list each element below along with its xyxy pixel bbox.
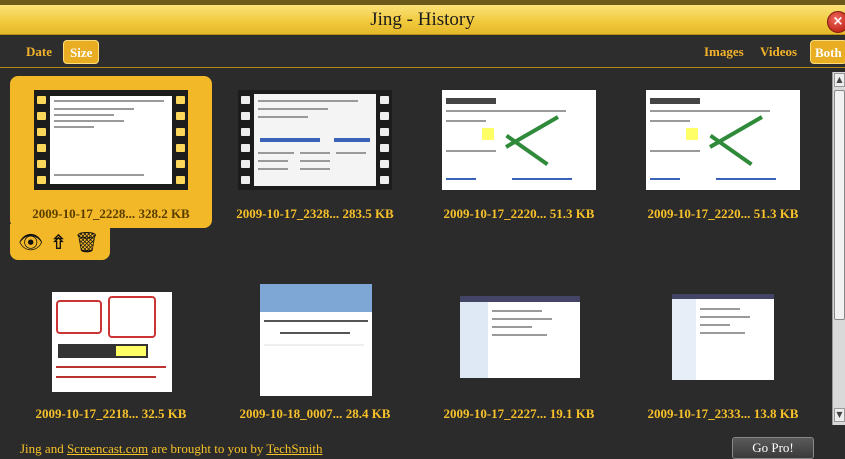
item-caption: 2009-10-17_2328... 283.5 KB <box>236 206 394 221</box>
sort-size-button[interactable]: Size <box>63 40 100 64</box>
image-thumbnail[interactable] <box>672 294 774 380</box>
scroll-up-icon[interactable]: ▲ <box>834 73 845 87</box>
filter-both-button[interactable]: Both <box>810 40 845 64</box>
history-item[interactable]: 2009-10-17_2220... 51.3 KB <box>622 72 822 262</box>
history-item[interactable]: 2009-10-17_2333... 13.8 KB <box>622 272 822 437</box>
footer-text: Jing and Screencast.com are brought to y… <box>20 441 323 456</box>
filter-images-button[interactable]: Images <box>698 40 750 64</box>
footer: Jing and Screencast.com are brought to y… <box>0 437 845 459</box>
item-caption: 2009-10-17_2227... 19.1 KB <box>443 406 595 421</box>
toolbar: Date Size Images Videos Both <box>0 36 845 68</box>
video-thumbnail[interactable] <box>34 90 188 190</box>
trash-icon[interactable]: 🗑 <box>74 230 99 254</box>
techsmith-link[interactable]: TechSmith <box>266 441 322 456</box>
history-item[interactable]: 2009-10-17_2228... 328.2 KB 👁 ⇮ 🗑 <box>10 72 212 262</box>
scroll-thumb[interactable] <box>834 90 845 320</box>
image-thumbnail[interactable] <box>260 284 372 396</box>
scrollbar[interactable]: ▲ ▼ <box>832 72 845 425</box>
item-caption: 2009-10-17_2218... 32.5 KB <box>35 406 187 421</box>
image-thumbnail[interactable] <box>442 90 596 190</box>
history-item[interactable]: 2009-10-17_2227... 19.1 KB <box>418 272 618 437</box>
scroll-down-icon[interactable]: ▼ <box>834 408 845 422</box>
image-thumbnail[interactable] <box>646 90 800 190</box>
item-caption: 2009-10-17_2333... 13.8 KB <box>647 406 799 421</box>
item-caption: 2009-10-17_2228... 328.2 KB <box>32 206 190 221</box>
share-icon[interactable]: ⇮ <box>50 230 67 254</box>
item-caption: 2009-10-17_2220... 51.3 KB <box>647 206 799 221</box>
filter-videos-button[interactable]: Videos <box>754 40 803 64</box>
video-thumbnail[interactable] <box>238 90 392 190</box>
title-bar[interactable]: Jing - History × <box>0 5 845 35</box>
item-caption: 2009-10-17_2220... 51.3 KB <box>443 206 595 221</box>
history-item[interactable]: 2009-10-17_2328... 283.5 KB <box>214 72 414 262</box>
sort-date-button[interactable]: Date <box>20 40 58 64</box>
window-title: Jing - History <box>370 9 475 30</box>
go-pro-button[interactable]: Go Pro! <box>732 437 814 459</box>
history-item[interactable]: 2009-10-18_0007... 28.4 KB <box>214 272 414 437</box>
image-thumbnail[interactable] <box>460 296 580 378</box>
close-button[interactable]: × <box>827 11 845 33</box>
history-grid: 2009-10-17_2228... 328.2 KB 👁 ⇮ 🗑 2009-1… <box>8 72 830 437</box>
history-item[interactable]: 2009-10-17_2220... 51.3 KB <box>418 72 618 262</box>
history-item[interactable]: 2009-10-17_2218... 32.5 KB <box>10 272 210 437</box>
eye-icon[interactable]: 👁 <box>18 230 43 254</box>
image-thumbnail[interactable] <box>52 292 172 392</box>
screencast-link[interactable]: Screencast.com <box>67 441 148 456</box>
item-caption: 2009-10-18_0007... 28.4 KB <box>239 406 391 421</box>
